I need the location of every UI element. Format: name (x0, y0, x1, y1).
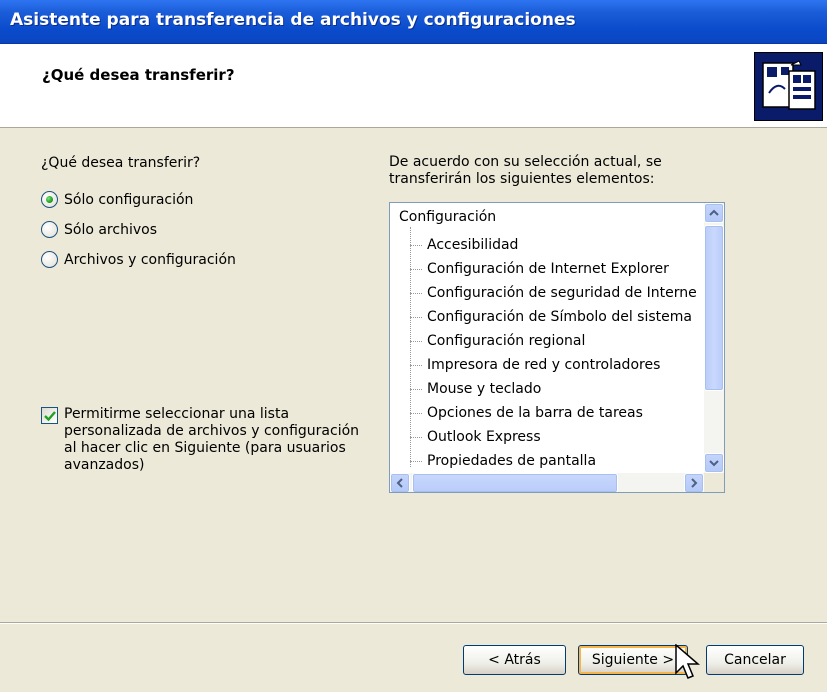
tree-item[interactable]: Opciones de la barra de tareas (406, 401, 697, 425)
footer-divider (0, 622, 827, 624)
mouse-pointer-icon (675, 644, 701, 679)
wizard-header: ¿Qué desea transferir? (0, 44, 827, 128)
tree-item[interactable]: Configuración de Internet Explorer (406, 257, 697, 281)
scroll-right-button[interactable] (684, 473, 704, 492)
chevron-up-icon (709, 209, 719, 216)
radio-label: Archivos y configuración (64, 251, 236, 268)
next-button[interactable]: Siguiente > (578, 645, 688, 675)
tree-item[interactable]: Outlook Express (406, 425, 697, 449)
custom-list-checkbox[interactable] (41, 407, 58, 424)
chevron-right-icon (691, 478, 698, 488)
title-bar[interactable]: Asistente para transferencia de archivos… (0, 0, 827, 44)
radio-label: Sólo configuración (64, 191, 194, 208)
radio-label: Sólo archivos (64, 221, 157, 238)
tree-item[interactable]: Configuración de seguridad de Interne (406, 281, 697, 305)
horizontal-scroll-thumb[interactable] (412, 473, 618, 492)
tree-item[interactable]: Mouse y teclado (406, 377, 697, 401)
custom-list-label: Permitirme seleccionar una lista persona… (64, 406, 360, 473)
vertical-scroll-thumb[interactable] (704, 225, 724, 391)
chevron-down-icon (709, 460, 719, 467)
scroll-left-button[interactable] (390, 473, 410, 492)
transfer-wizard-icon (754, 52, 823, 121)
window-title: Asistente para transferencia de archivos… (10, 10, 576, 30)
tree-item[interactable]: Impresora de red y controladores (406, 353, 697, 377)
radio-only-settings[interactable]: Sólo configuración (41, 191, 193, 208)
summary-text: De acuerdo con su selección actual, se t… (389, 154, 662, 187)
radio-files-and-settings[interactable]: Archivos y configuración (41, 251, 236, 268)
radio-button[interactable] (41, 221, 58, 238)
tree-item[interactable]: Configuración regional (406, 329, 697, 353)
checkmark-icon (44, 411, 56, 422)
cancel-button[interactable]: Cancelar (706, 645, 804, 675)
tree-item[interactable]: Configuración de Símbolo del sistema (406, 305, 697, 329)
tree-item[interactable]: Accesibilidad (406, 233, 697, 257)
tree-item[interactable]: Propiedades de pantalla (406, 449, 697, 473)
page-title: ¿Qué desea transferir? (42, 66, 235, 84)
radio-button-checked[interactable] (41, 191, 58, 208)
chevron-left-icon (396, 478, 403, 488)
radio-button[interactable] (41, 251, 58, 268)
scroll-down-button[interactable] (704, 453, 724, 473)
back-button[interactable]: < Atrás (463, 645, 566, 675)
transfer-items-tree[interactable]: Configuración Accesibilidad Configuració… (389, 202, 725, 493)
scroll-corner (704, 473, 724, 492)
tree-root-label[interactable]: Configuración (399, 209, 496, 225)
vertical-scrollbar[interactable] (704, 203, 724, 473)
radio-only-files[interactable]: Sólo archivos (41, 221, 157, 238)
tree-items: Accesibilidad Configuración de Internet … (406, 233, 697, 473)
horizontal-scrollbar[interactable] (390, 473, 704, 492)
question-label: ¿Qué desea transferir? (41, 155, 201, 171)
scroll-up-button[interactable] (704, 203, 724, 223)
